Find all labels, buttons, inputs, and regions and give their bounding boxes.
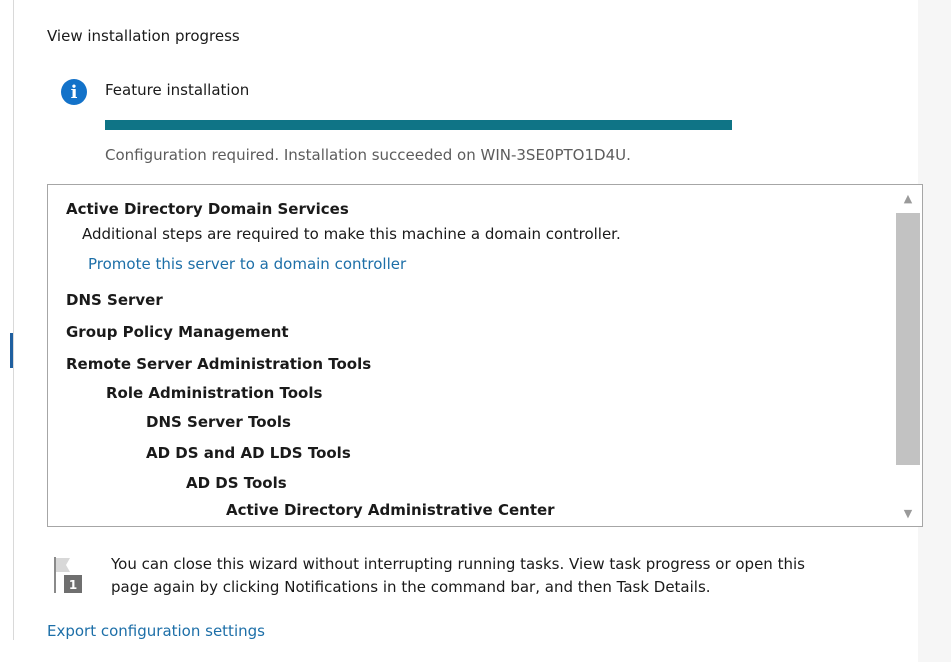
- notification-badge: 1: [69, 578, 77, 592]
- notification-flag-icon: 1: [54, 557, 82, 593]
- installation-progress-fill: [105, 120, 732, 130]
- scrollbar-thumb[interactable]: [896, 213, 920, 465]
- note-line-1: You can close this wizard without interr…: [111, 555, 805, 573]
- result-item-role-admin-tools: Role Administration Tools: [106, 384, 323, 402]
- installation-progress-bar: [105, 120, 732, 130]
- export-configuration-link[interactable]: Export configuration settings: [47, 622, 265, 640]
- result-item-ad-admin-center: Active Directory Administrative Center: [226, 501, 555, 519]
- wizard-page: View installation progress i Feature ins…: [0, 0, 951, 662]
- result-item-additional-steps: Additional steps are required to make th…: [82, 225, 621, 243]
- wizard-note: You can close this wizard without interr…: [111, 553, 911, 599]
- result-item-adds-tools: AD DS Tools: [186, 474, 287, 492]
- wizard-left-border: [13, 0, 14, 640]
- page-title: View installation progress: [47, 27, 240, 45]
- feature-installation-label: Feature installation: [105, 81, 250, 99]
- result-item-dns-server-tools: DNS Server Tools: [146, 413, 291, 431]
- result-item-dns-server: DNS Server: [66, 291, 163, 309]
- installation-status-text: Configuration required. Installation suc…: [105, 146, 631, 164]
- results-content: Active Directory Domain Services Additio…: [48, 185, 894, 526]
- result-item-adds-adlds-tools: AD DS and AD LDS Tools: [146, 444, 351, 462]
- promote-domain-controller-link[interactable]: Promote this server to a domain controll…: [88, 255, 406, 273]
- installation-results-list[interactable]: Active Directory Domain Services Additio…: [47, 184, 923, 527]
- chevron-up-icon[interactable]: ▲: [894, 185, 922, 211]
- chevron-down-icon[interactable]: ▼: [894, 500, 922, 526]
- note-line-2: page again by clicking Notifications in …: [111, 578, 711, 596]
- result-item-group-policy: Group Policy Management: [66, 323, 289, 341]
- info-icon: i: [61, 79, 87, 105]
- result-item-rsat: Remote Server Administration Tools: [66, 355, 372, 373]
- wizard-step-indicator: [10, 333, 13, 368]
- result-item-ad-ds: Active Directory Domain Services: [66, 200, 349, 218]
- results-scrollbar[interactable]: ▲ ▼: [894, 185, 922, 526]
